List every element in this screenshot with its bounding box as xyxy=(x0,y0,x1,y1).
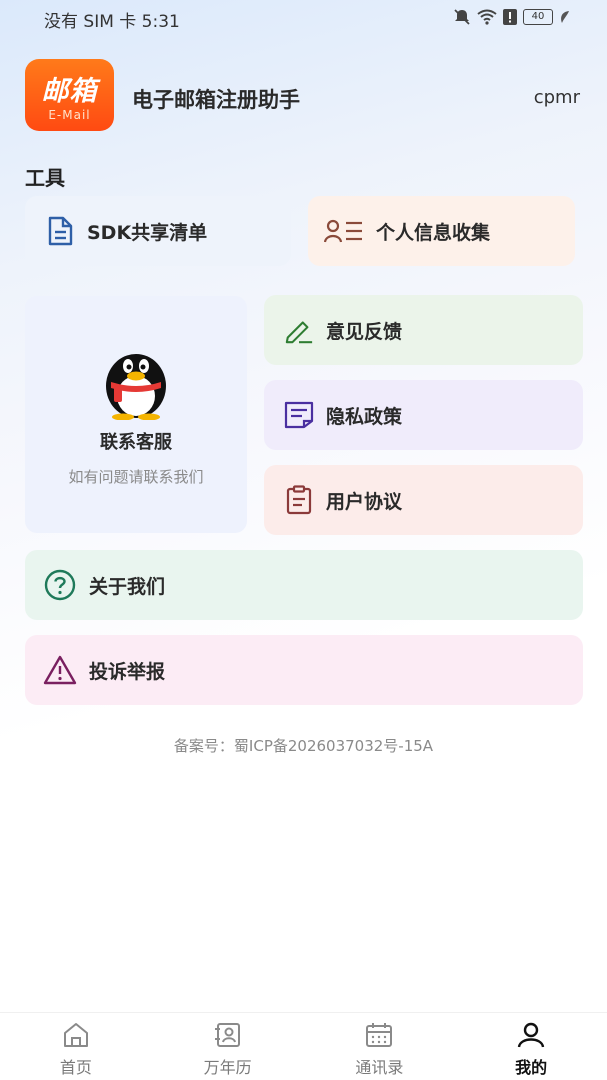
section-title-tools: 工具 xyxy=(25,166,65,190)
mute-bell-icon xyxy=(454,9,470,25)
battery-indicator: 40 xyxy=(523,9,553,25)
policy-doc-icon xyxy=(284,400,314,430)
qq-penguin-icon xyxy=(106,354,166,420)
leaf-icon xyxy=(561,11,569,23)
icp-record-text: 备案号：蜀ICP备2026037032号-15A xyxy=(173,737,434,755)
nav-calendar[interactable]: 万年历 xyxy=(152,1013,304,1080)
warning-triangle-icon xyxy=(43,653,77,687)
nav-mine[interactable]: 我的 xyxy=(455,1013,607,1080)
sdk-list-label: SDK共享清单 xyxy=(87,221,208,244)
feedback-card[interactable]: 意见反馈 xyxy=(264,295,583,365)
about-us-card[interactable]: 关于我们 xyxy=(25,550,583,620)
nav-home-label: 首页 xyxy=(59,1058,92,1077)
calendar-icon xyxy=(366,1023,393,1047)
home-icon xyxy=(63,1023,88,1047)
complaint-report-card[interactable]: 投诉举报 xyxy=(25,635,583,705)
user-agreement-card[interactable]: 用户协议 xyxy=(264,465,583,535)
contact-service-subtitle: 如有问题请联系我们 xyxy=(68,468,204,486)
edit-pencil-icon xyxy=(284,315,314,345)
nav-home[interactable]: 首页 xyxy=(0,1013,152,1080)
complaint-report-label: 投诉举报 xyxy=(89,660,166,683)
logo-main-text: 邮箱 xyxy=(41,76,98,107)
user-icon xyxy=(517,1022,545,1048)
nav-contacts-label: 通讯录 xyxy=(355,1058,404,1077)
about-us-label: 关于我们 xyxy=(89,575,166,598)
contact-book-icon xyxy=(214,1023,240,1047)
status-carrier-time: 没有 SIM 卡 5:31 xyxy=(44,12,180,32)
user-agreement-label: 用户协议 xyxy=(326,490,403,513)
privacy-policy-card[interactable]: 隐私政策 xyxy=(264,380,583,450)
question-circle-icon xyxy=(43,568,77,602)
nav-calendar-label: 万年历 xyxy=(203,1058,252,1077)
bottom-nav: 首页 万年历 通讯录 我的 xyxy=(0,1012,607,1080)
contact-service-card[interactable]: 联系客服 如有问题请联系我们 xyxy=(25,296,247,533)
alert-icon xyxy=(503,9,517,25)
app-title: 电子邮箱注册助手 xyxy=(132,88,300,112)
personal-info-card[interactable]: 个人信息收集 xyxy=(308,196,575,266)
document-icon xyxy=(45,216,75,246)
status-icons: 40 xyxy=(453,8,571,26)
nav-contacts[interactable]: 通讯录 xyxy=(304,1013,456,1080)
user-name: cpmr xyxy=(533,87,580,108)
logo-sub-text: E-Mail xyxy=(48,108,91,122)
privacy-policy-label: 隐私政策 xyxy=(326,405,403,428)
sdk-list-card[interactable]: SDK共享清单 xyxy=(25,196,291,266)
status-bar: 没有 SIM 卡 5:31 40 xyxy=(0,0,607,34)
personal-info-label: 个人信息收集 xyxy=(376,221,491,244)
contact-service-title: 联系客服 xyxy=(100,432,172,453)
clipboard-icon xyxy=(284,485,314,515)
nav-mine-label: 我的 xyxy=(515,1058,548,1077)
wifi-icon xyxy=(477,9,497,25)
feedback-label: 意见反馈 xyxy=(326,320,403,343)
person-list-icon xyxy=(324,216,364,246)
app-logo: 邮箱 E-Mail xyxy=(25,59,114,131)
